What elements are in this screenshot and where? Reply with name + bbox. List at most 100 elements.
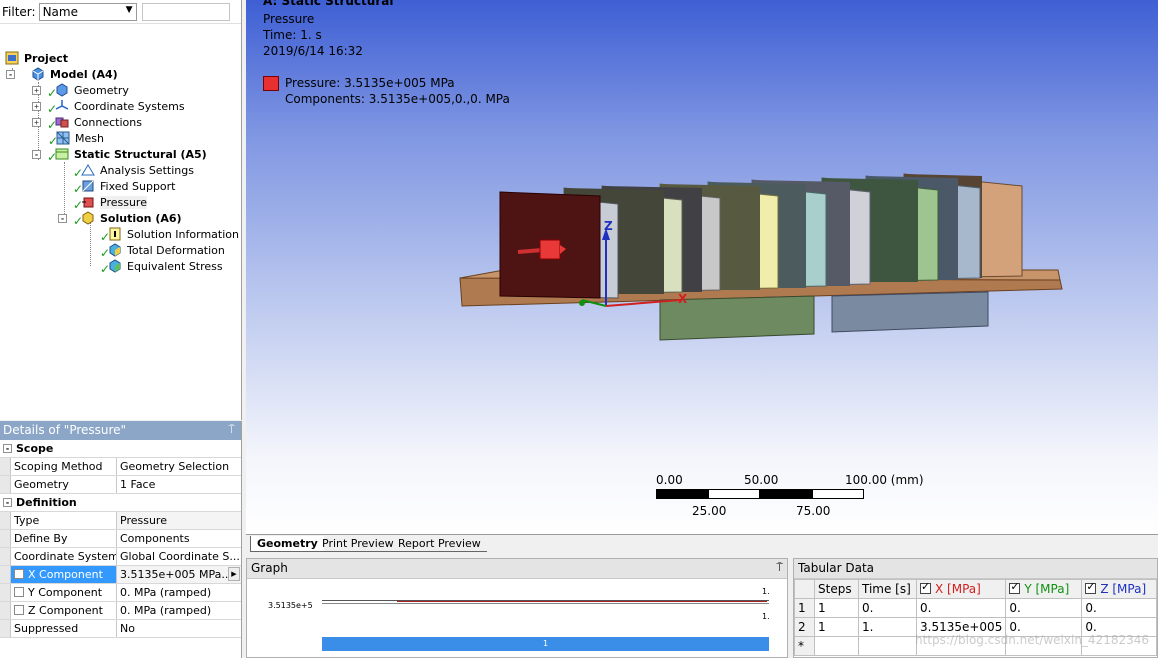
details-value[interactable]: 1 Face [117, 476, 241, 493]
column-visible-checkbox[interactable] [1009, 580, 1021, 594]
tree-label: Geometry [74, 83, 129, 97]
tree-item-equivalent-stress[interactable]: ✓ Equivalent Stress [97, 258, 223, 276]
details-group-scope[interactable]: - Scope [0, 440, 241, 458]
tree-item-mesh[interactable]: ✓ Mesh [45, 130, 104, 148]
tree-item-static-structural[interactable]: - ✓ Static Structural (A5) [32, 146, 207, 164]
collapse-toggle[interactable]: - [6, 69, 15, 79]
flyout-arrow-icon[interactable]: ▶ [228, 567, 240, 581]
check-icon: ✓ [47, 150, 58, 164]
column-header-y[interactable]: Y [MPa] [1005, 579, 1083, 599]
details-title-bar: Details of "Pressure" ⍑ [0, 421, 241, 440]
details-row[interactable]: Y Component 0. MPa (ramped) [0, 584, 241, 602]
tree-item-project[interactable]: Project [4, 50, 68, 66]
collapse-toggle[interactable]: - [58, 213, 67, 223]
tree-item-model[interactable]: - Model (A4) [6, 66, 118, 82]
model-3d-view[interactable] [246, 0, 1158, 534]
column-visible-checkbox[interactable] [1085, 580, 1097, 594]
pin-icon[interactable]: ⍑ [228, 423, 235, 437]
model-icon [30, 67, 46, 81]
row-number: 2 [794, 617, 815, 637]
graph-series-line [397, 601, 767, 602]
table-cell[interactable] [858, 636, 917, 656]
table-cell[interactable]: 0. [915, 598, 1007, 618]
tree-item-solution-information[interactable]: ✓ Solution Information [97, 226, 239, 244]
details-value[interactable]: Geometry Selection [117, 458, 241, 475]
details-key: Y Component [28, 586, 103, 599]
details-row[interactable]: Scoping Method Geometry Selection [0, 458, 241, 476]
expand-toggle[interactable]: + [32, 85, 41, 95]
table-cell[interactable]: 0. [858, 598, 917, 618]
tab-print-preview[interactable]: Print Preview [316, 536, 400, 552]
pin-icon[interactable]: ⍑ [776, 561, 783, 575]
collapse-toggle[interactable]: - [3, 444, 12, 453]
tab-geometry[interactable]: Geometry [250, 536, 324, 552]
table-row[interactable]: 1 1 0. 0. 0. 0. [794, 598, 1157, 618]
expand-toggle[interactable]: + [32, 117, 41, 127]
column-header-z[interactable]: Z [MPa] [1081, 579, 1157, 599]
filter-input[interactable] [141, 2, 230, 21]
mesh-icon: ✓ [48, 131, 71, 148]
scale-tick-label: 50.00 [744, 473, 779, 487]
result-icon: ✓ [100, 259, 123, 276]
details-row[interactable]: Coordinate System Global Coordinate S... [0, 548, 241, 566]
tree-item-fixed-support[interactable]: ✓ Fixed Support [70, 178, 176, 197]
table-cell[interactable]: 0. [1005, 598, 1083, 618]
graph-title-bar: Graph ⍑ [247, 559, 787, 579]
axis-z-label: Z [604, 219, 613, 233]
scale-segment [708, 489, 760, 499]
details-row[interactable]: Define By Components [0, 530, 241, 548]
group-label: Scope [16, 442, 54, 455]
details-row[interactable]: Z Component 0. MPa (ramped) [0, 602, 241, 620]
pressure-icon: ✓ [73, 195, 96, 212]
collapse-toggle[interactable]: - [32, 149, 41, 159]
graph-area[interactable]: 3.5135e+5 1. 1. 1 [247, 579, 787, 657]
table-cell[interactable]: 1. [858, 617, 917, 637]
tree-item-pressure[interactable]: ✓ Pressure [70, 194, 147, 212]
group-label: Definition [16, 496, 77, 509]
column-visible-checkbox[interactable] [920, 580, 931, 594]
details-value[interactable]: 3.5135e+005 MPa... [120, 568, 232, 581]
table-cell[interactable] [814, 636, 859, 656]
details-row[interactable]: Suppressed No [0, 620, 241, 638]
check-icon: ✓ [73, 214, 84, 228]
fixed-support-icon: ✓ [73, 179, 96, 196]
tree-item-total-deformation[interactable]: ✓ Total Deformation [97, 242, 225, 260]
details-row[interactable]: Type Pressure [0, 512, 241, 530]
tree-item-solution[interactable]: - ✓ Solution (A6) [58, 210, 182, 228]
tree-label: Total Deformation [127, 243, 225, 257]
tree-item-connections[interactable]: + ✓ Connections [32, 114, 142, 132]
details-value[interactable]: Pressure [117, 512, 241, 529]
column-header-x[interactable]: X [MPa] [915, 579, 1007, 599]
filter-type-select[interactable]: Name ▼ [38, 2, 137, 21]
column-header[interactable]: Steps [814, 579, 859, 599]
tree-item-coordinate-systems[interactable]: + ✓ Coordinate Systems [32, 98, 185, 116]
timeline-bar[interactable]: 1 [322, 637, 769, 651]
parameter-checkbox[interactable] [14, 605, 24, 615]
expand-toggle[interactable]: + [32, 101, 41, 111]
tree-item-geometry[interactable]: + ✓ Geometry [32, 82, 129, 100]
connections-icon: ✓ [47, 115, 70, 132]
details-group-definition[interactable]: - Definition [0, 494, 241, 512]
details-value[interactable]: 0. MPa (ramped) [117, 584, 241, 601]
collapse-toggle[interactable]: - [3, 498, 12, 507]
geometry-icon: ✓ [47, 83, 70, 100]
table-cell[interactable]: 1 [814, 598, 859, 618]
table-cell[interactable]: 1 [814, 617, 859, 637]
tab-report-preview[interactable]: Report Preview [392, 536, 487, 552]
row-number: * [794, 636, 815, 656]
details-row[interactable]: Geometry 1 Face [0, 476, 241, 494]
tree-label: Solution (A6) [100, 211, 182, 225]
parameter-checkbox[interactable] [14, 587, 24, 597]
graphics-viewport[interactable]: A: Static Structural Pressure Time: 1. s… [246, 0, 1158, 534]
details-value[interactable]: No [117, 620, 241, 637]
table-cell[interactable]: 0. [1081, 598, 1157, 618]
column-header[interactable]: Time [s] [858, 579, 917, 599]
tree-item-analysis-settings[interactable]: ✓ Analysis Settings [70, 162, 194, 181]
parameter-checkbox[interactable] [14, 569, 24, 579]
details-value[interactable]: Components [117, 530, 241, 547]
details-value[interactable]: 0. MPa (ramped) [117, 602, 241, 619]
details-value[interactable]: Global Coordinate S... [117, 548, 241, 565]
details-key: Suppressed [11, 620, 117, 637]
details-row-x-component[interactable]: X Component 3.5135e+005 MPa... ▶ [0, 566, 241, 584]
scale-segment [760, 489, 812, 499]
